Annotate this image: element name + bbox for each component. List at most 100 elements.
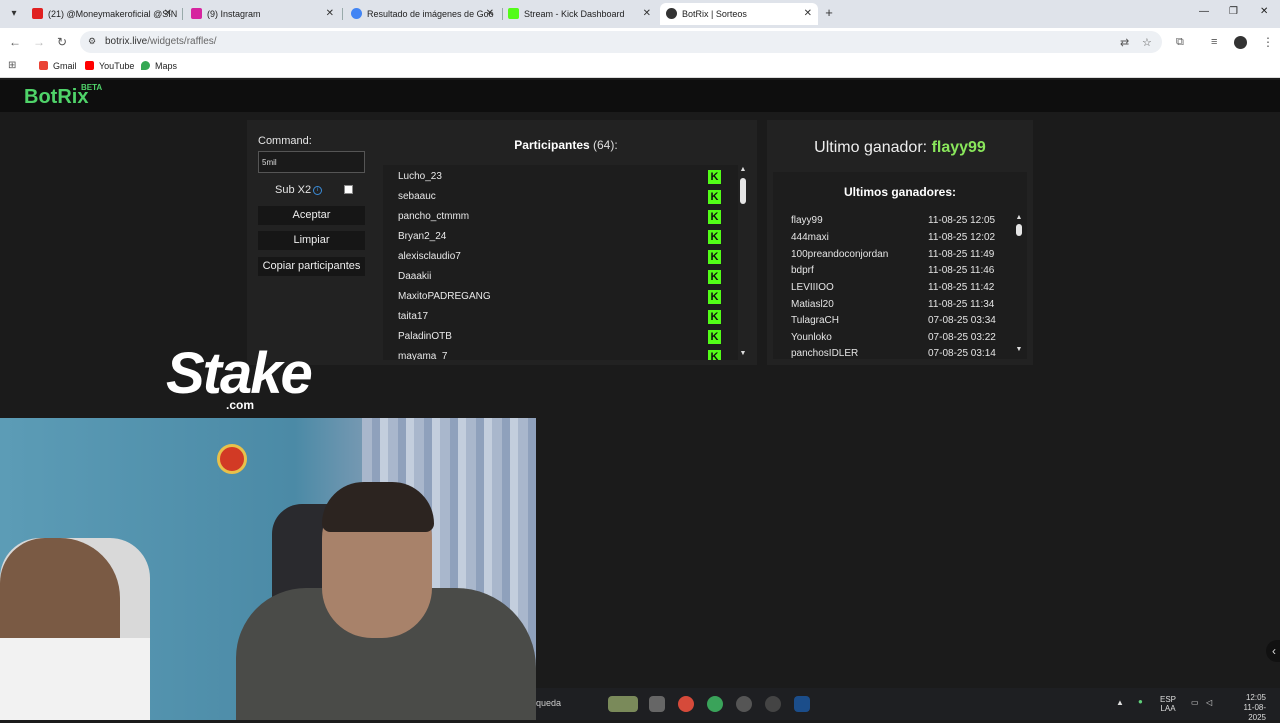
apps-grid-icon[interactable]: ⊞ bbox=[8, 60, 16, 71]
winner-date: 11-08-25 11:46 bbox=[928, 265, 995, 276]
table-row: 100preandoconjordan 11-08-25 11:49 bbox=[791, 247, 1009, 263]
tab-youtube[interactable]: (21) @Moneymakeroficial @SIN ✕ bbox=[26, 3, 178, 25]
list-item: mayama_7 K bbox=[383, 347, 738, 360]
language-indicator[interactable]: ESP LAA bbox=[1160, 695, 1176, 713]
network-icon[interactable]: ▭ bbox=[1191, 698, 1199, 707]
tab-google-images[interactable]: Resultado de imágenes de Goo ✕ bbox=[345, 3, 500, 25]
forward-arrow-icon[interactable]: → bbox=[33, 35, 45, 49]
participants-list[interactable]: Lucho_23 K sebaauc K pancho_ctmmm K Bryan2_… bbox=[383, 165, 738, 360]
side-panel-chevron-icon[interactable]: ‹ bbox=[1266, 640, 1280, 662]
participant-name: sebaauc bbox=[398, 191, 436, 202]
chrome-icon[interactable] bbox=[707, 696, 723, 712]
command-input[interactable] bbox=[258, 151, 365, 173]
scroll-down-icon[interactable]: ▼ bbox=[739, 350, 747, 357]
list-item: alexisclaudio7 K bbox=[383, 247, 738, 267]
info-icon[interactable]: i bbox=[313, 186, 322, 195]
close-tab-icon[interactable]: ✕ bbox=[486, 3, 494, 25]
tab-botrix-sorteos[interactable]: BotRix | Sorteos ✕ bbox=[660, 3, 818, 25]
list-item: MaxitoPADREGANG K bbox=[383, 287, 738, 307]
kick-icon: K bbox=[708, 230, 721, 244]
winners-scrollbar[interactable]: ▲ ▼ bbox=[1015, 214, 1023, 356]
close-tab-icon[interactable]: ✕ bbox=[643, 3, 651, 25]
close-tab-icon[interactable]: ✕ bbox=[804, 3, 812, 25]
volume-icon[interactable]: ◁ bbox=[1206, 698, 1212, 707]
steam-icon[interactable] bbox=[794, 696, 810, 712]
scroll-down-icon[interactable]: ▼ bbox=[1015, 346, 1023, 353]
app-icon[interactable] bbox=[736, 696, 752, 712]
participant-name: Lucho_23 bbox=[398, 171, 442, 182]
clear-button[interactable]: Limpiar bbox=[258, 231, 365, 250]
bookmark-maps[interactable]: Maps bbox=[141, 61, 177, 71]
last-winner: Ultimo ganador: flayy99 bbox=[767, 139, 1033, 157]
copy-participants-button[interactable]: Copiar participantes bbox=[258, 257, 365, 276]
browser-nav-bar: ← → ↻ ⚙ botrix.live/widgets/raffles/ ⇄ ☆… bbox=[0, 28, 1280, 56]
scroll-thumb[interactable] bbox=[1016, 224, 1022, 236]
tab-instagram[interactable]: (9) Instagram ✕ bbox=[185, 3, 340, 25]
clock-date: 11-08-2025 bbox=[1243, 703, 1266, 722]
reload-icon[interactable]: ↻ bbox=[57, 35, 67, 49]
winner-name: LEVIIIOO bbox=[791, 282, 834, 293]
scroll-up-icon[interactable]: ▲ bbox=[1015, 214, 1023, 221]
new-tab-plus-icon[interactable]: + bbox=[822, 6, 836, 20]
profile-avatar[interactable] bbox=[1234, 36, 1247, 49]
language-code: ESP bbox=[1160, 695, 1177, 704]
youtube-icon bbox=[32, 8, 43, 19]
bookmark-label: Maps bbox=[155, 61, 178, 71]
sub-x2-checkbox[interactable] bbox=[344, 185, 353, 194]
participants-scrollbar[interactable]: ▲ ▼ bbox=[739, 166, 747, 360]
list-item: pancho_ctmmm K bbox=[383, 207, 738, 227]
bookmark-youtube[interactable]: YouTube bbox=[85, 61, 134, 71]
more-menu-icon[interactable]: ⋮ bbox=[1262, 35, 1274, 49]
club-crest-icon bbox=[217, 444, 247, 474]
tab-kick-dashboard[interactable]: Stream - Kick Dashboard ✕ bbox=[502, 3, 657, 25]
accept-button[interactable]: Aceptar bbox=[258, 206, 365, 225]
participants-title-text: Participantes bbox=[514, 138, 590, 152]
extensions-icon[interactable]: ⧉ bbox=[1176, 35, 1184, 49]
bookmark-star-icon[interactable]: ☆ bbox=[1142, 36, 1152, 49]
botrix-logo[interactable]: BotRix bbox=[24, 86, 88, 109]
winner-name: flayy99 bbox=[791, 215, 823, 226]
tab-separator bbox=[182, 8, 183, 20]
microphone-icon[interactable]: ● bbox=[1138, 697, 1143, 706]
kick-icon: K bbox=[708, 210, 721, 224]
kick-icon: K bbox=[708, 330, 721, 344]
close-tab-icon[interactable]: ✕ bbox=[164, 3, 172, 25]
command-label: Command: bbox=[258, 135, 312, 147]
maps-pin-icon bbox=[141, 61, 150, 70]
taskbar-search[interactable]: queda bbox=[536, 698, 561, 708]
widget-weather-icon[interactable] bbox=[608, 696, 638, 712]
tray-chevron-icon[interactable]: ▲ bbox=[1116, 698, 1124, 707]
scroll-thumb[interactable] bbox=[740, 178, 746, 204]
list-item: PaladinOTB K bbox=[383, 327, 738, 347]
back-arrow-icon[interactable]: ← bbox=[9, 35, 21, 49]
bookmark-label: Gmail bbox=[53, 61, 77, 71]
webcam-overlay bbox=[0, 418, 536, 720]
table-row: Younloko 07-08-25 03:22 bbox=[791, 330, 1009, 346]
restore-icon[interactable]: ❐ bbox=[1229, 6, 1238, 17]
task-view-icon[interactable] bbox=[649, 696, 665, 712]
address-bar[interactable]: ⚙ botrix.live/widgets/raffles/ ⇄ ☆ bbox=[80, 31, 1162, 53]
media-player-icon[interactable] bbox=[765, 696, 781, 712]
table-row: bdprf 11-08-25 11:46 bbox=[791, 263, 1009, 279]
chrome-profile-icon[interactable] bbox=[678, 696, 694, 712]
tab-title: Resultado de imágenes de Goo bbox=[367, 9, 494, 19]
close-window-icon[interactable]: ✕ bbox=[1260, 6, 1268, 17]
last-winners-list[interactable]: Ultimos ganadores: flayy99 11-08-25 12:05… bbox=[773, 172, 1027, 359]
minimize-icon[interactable]: — bbox=[1199, 6, 1209, 17]
participants-title: Participantes (64): bbox=[383, 138, 749, 152]
scroll-up-icon[interactable]: ▲ bbox=[739, 166, 747, 173]
taskbar-clock[interactable]: 12:05 11-08-2025 bbox=[1226, 693, 1266, 723]
winner-date: 11-08-25 12:02 bbox=[928, 232, 996, 243]
keyboard-layout: LAA bbox=[1160, 704, 1176, 713]
site-info-icon[interactable]: ⚙ bbox=[88, 36, 96, 47]
botrix-icon bbox=[666, 8, 677, 19]
last-winners-title: Ultimos ganadores: bbox=[843, 185, 957, 199]
media-controls-icon[interactable]: ≡ bbox=[1211, 35, 1217, 49]
bookmarks-bar: ⊞ Gmail YouTube Maps bbox=[0, 56, 1280, 78]
tab-search-chevron-icon[interactable]: ▾ bbox=[6, 6, 22, 22]
winner-date: 11-08-25 12:05 bbox=[928, 215, 996, 226]
bookmark-gmail[interactable]: Gmail bbox=[39, 61, 77, 71]
translate-icon[interactable]: ⇄ bbox=[1120, 36, 1129, 49]
list-item: Daaakii K bbox=[383, 267, 738, 287]
close-tab-icon[interactable]: ✕ bbox=[326, 3, 334, 25]
